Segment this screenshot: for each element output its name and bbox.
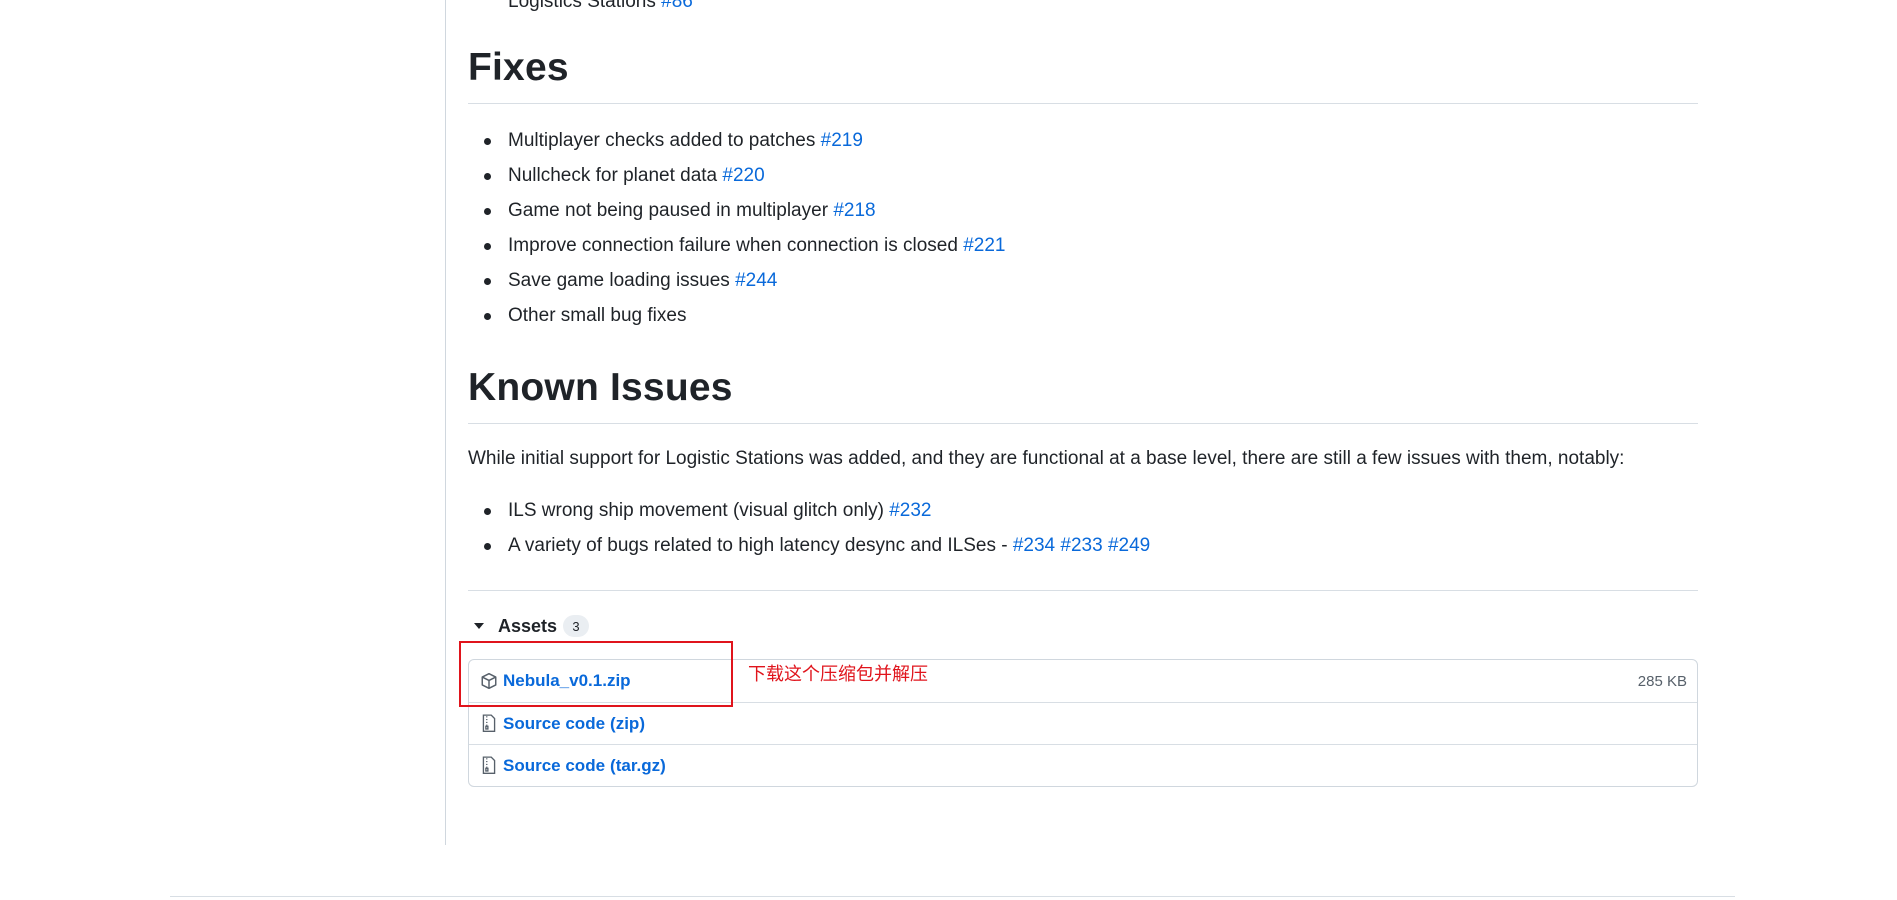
issue-link[interactable]: #219 (821, 130, 863, 151)
assets-count-badge: 3 (563, 615, 590, 637)
timeline-rule (445, 0, 446, 845)
issue-link[interactable]: #221 (963, 235, 1005, 256)
issue-link[interactable]: #220 (722, 165, 764, 186)
assets-divider (468, 590, 1698, 591)
asset-name: Source code (503, 713, 606, 733)
issue-link[interactable]: #234 (1013, 535, 1055, 556)
list-item: Improve connection failure when connecti… (484, 228, 1006, 263)
known-issues-heading-rule (468, 423, 1698, 424)
item-text: Multiplayer checks added to patches (508, 130, 816, 151)
fixes-heading: Fixes (468, 46, 569, 89)
truncated-list-item: Logistics Stations #86 (508, 0, 693, 14)
item-text: Improve connection failure when connecti… (508, 235, 958, 256)
list-item: Nullcheck for planet data #220 (484, 158, 1006, 193)
item-text: Nullcheck for planet data (508, 165, 718, 186)
issue-link[interactable]: #233 (1060, 535, 1102, 556)
asset-row: Source code (zip) (469, 702, 1697, 744)
list-item: Multiplayer checks added to patches #219 (484, 123, 1006, 158)
file-zip-icon (479, 756, 499, 776)
release-page: Logistics Stations #86 Fixes Multiplayer… (0, 0, 1897, 900)
triangle-down-icon (474, 623, 484, 629)
issue-link[interactable]: #249 (1108, 535, 1150, 556)
item-text: A variety of bugs related to high latenc… (508, 535, 1008, 556)
list-item: A variety of bugs related to high latenc… (483, 528, 1150, 563)
list-item: Save game loading issues #244 (484, 263, 1006, 298)
issue-link[interactable]: #218 (833, 200, 875, 221)
list-item: Game not being paused in multiplayer #21… (484, 193, 1006, 228)
issue-link[interactable]: #244 (735, 270, 777, 291)
list-item: ILS wrong ship movement (visual glitch o… (483, 493, 1150, 528)
asset-format: (zip) (610, 713, 645, 733)
item-text: Game not being paused in multiplayer (508, 200, 829, 221)
asset-name: Source code (503, 755, 606, 775)
source-code-zip-link[interactable]: Source code (zip) (503, 714, 645, 734)
assets-toggle[interactable]: Assets 3 (468, 613, 590, 639)
assets-label: Assets (498, 615, 558, 636)
asset-format: (tar.gz) (610, 755, 666, 775)
known-issues-intro: While initial support for Logistic Stati… (468, 448, 1625, 469)
known-issues-list: ILS wrong ship movement (visual glitch o… (483, 493, 1150, 563)
item-text: Other small bug fixes (508, 305, 687, 326)
known-issues-heading: Known Issues (468, 366, 733, 409)
issue-link[interactable]: #86 (661, 0, 693, 12)
list-item: Other small bug fixes (484, 298, 1006, 333)
fixes-list: Multiplayer checks added to patches #219… (484, 123, 1006, 333)
source-code-targz-link[interactable]: Source code (tar.gz) (503, 756, 666, 776)
issue-link[interactable]: #232 (889, 500, 931, 521)
fixes-heading-rule (468, 103, 1698, 104)
asset-size: 285 KB (1637, 672, 1687, 690)
footer-divider (170, 896, 1735, 897)
item-text: ILS wrong ship movement (visual glitch o… (508, 500, 884, 521)
asset-row: Source code (tar.gz) (469, 744, 1697, 786)
truncated-item-text: Logistics Stations (508, 0, 656, 12)
annotation-text: 下载这个压缩包并解压 (748, 664, 928, 685)
item-text: Save game loading issues (508, 270, 730, 291)
file-zip-icon (479, 714, 499, 734)
annotation-highlight-box (459, 641, 733, 707)
